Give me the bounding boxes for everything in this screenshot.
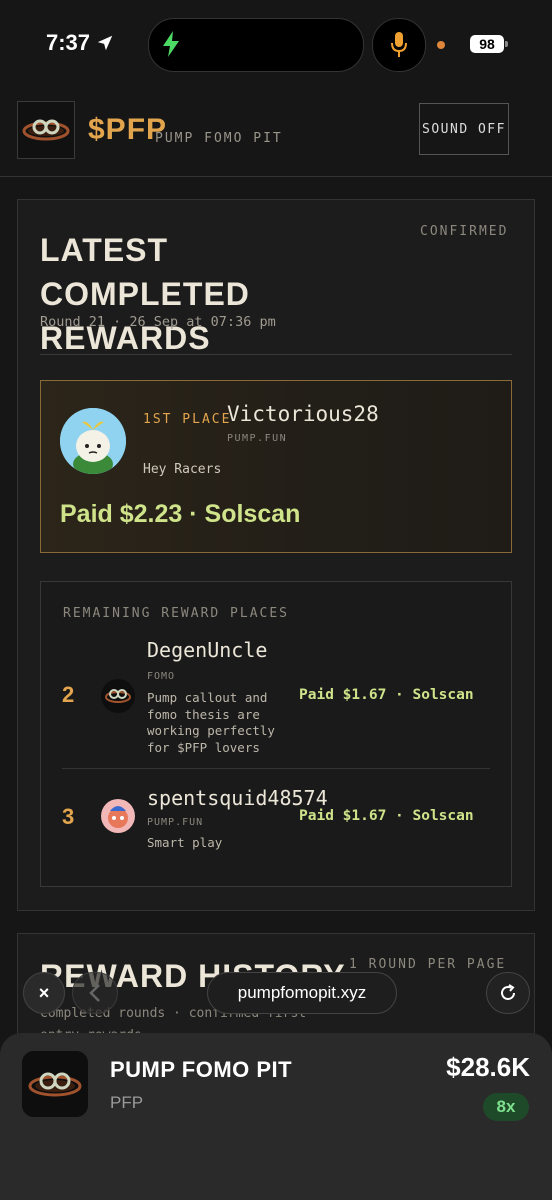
first-place-platform: PUMP.FUN — [227, 433, 288, 444]
token-multiplier-badge: 8x — [483, 1093, 529, 1121]
squid-avatar-icon — [101, 799, 135, 833]
first-place-label: 1ST PLACE — [143, 412, 232, 427]
header-divider — [0, 176, 552, 177]
token-symbol: PFP — [110, 1093, 144, 1112]
microphone-icon — [391, 32, 407, 57]
avatar — [101, 679, 135, 713]
back-button[interactable] — [72, 972, 118, 1014]
status-time: 7:37 — [46, 30, 114, 56]
reload-icon — [501, 984, 515, 1000]
location-arrow-icon — [97, 35, 113, 51]
row-username[interactable]: spentsquid48574 — [147, 786, 328, 810]
token-name: PUMP FOMO PIT — [110, 1057, 293, 1082]
avatar — [60, 408, 126, 474]
sound-toggle-button[interactable]: SOUND OFF — [419, 103, 509, 155]
status-badge: CONFIRMED — [420, 224, 509, 239]
place-number: 2 — [62, 682, 75, 707]
brand-name: PUMP FOMO PIT — [155, 131, 283, 146]
token-icon — [22, 1051, 88, 1117]
logo-icon — [22, 119, 70, 141]
remaining-places-title: REMAINING REWARD PLACES — [63, 606, 290, 621]
battery-cap — [505, 41, 508, 47]
row-divider — [62, 768, 490, 769]
winner-avatar-icon — [60, 408, 126, 474]
first-place-paid-link[interactable]: Paid $2.23 · Solscan — [60, 500, 300, 529]
avatar — [101, 799, 135, 833]
token-price: $28.6K — [446, 1052, 530, 1082]
row-paid-link[interactable]: Paid $1.67 · Solscan — [299, 808, 474, 824]
chevron-left-icon — [89, 984, 100, 1002]
row-paid-link[interactable]: Paid $1.67 · Solscan — [299, 687, 474, 703]
history-per-page: 1 ROUND PER PAGE — [349, 957, 507, 972]
row-message: Pump callout and fomo thesis are working… — [147, 690, 275, 755]
row-platform: FOMO — [147, 671, 176, 682]
mic-indicator — [372, 18, 426, 72]
token-logo-icon — [22, 1051, 88, 1117]
degen-avatar-icon — [101, 679, 135, 713]
reload-button[interactable] — [486, 972, 530, 1014]
bolt-icon — [163, 31, 179, 57]
latest-rewards-title: LATEST COMPLETED REWARDS — [40, 232, 250, 356]
first-place-username[interactable]: Victorious28 — [227, 402, 379, 426]
place-number: 3 — [62, 804, 75, 829]
dynamic-island — [148, 18, 364, 72]
site-logo[interactable] — [17, 101, 75, 159]
privacy-indicator-dot — [437, 41, 445, 49]
close-button[interactable]: × — [23, 972, 65, 1014]
first-place-message: Hey Racers — [143, 462, 222, 477]
url-bar[interactable]: pumpfomopit.xyz — [207, 972, 397, 1014]
round-info: Round 21 · 26 Sep at 07:36 pm — [40, 314, 276, 330]
row-platform: PUMP.FUN — [147, 817, 204, 828]
row-username[interactable]: DegenUncle — [147, 638, 267, 662]
battery-icon: 98 — [470, 35, 504, 53]
card-divider — [40, 354, 512, 355]
row-message: Smart play — [147, 835, 223, 850]
